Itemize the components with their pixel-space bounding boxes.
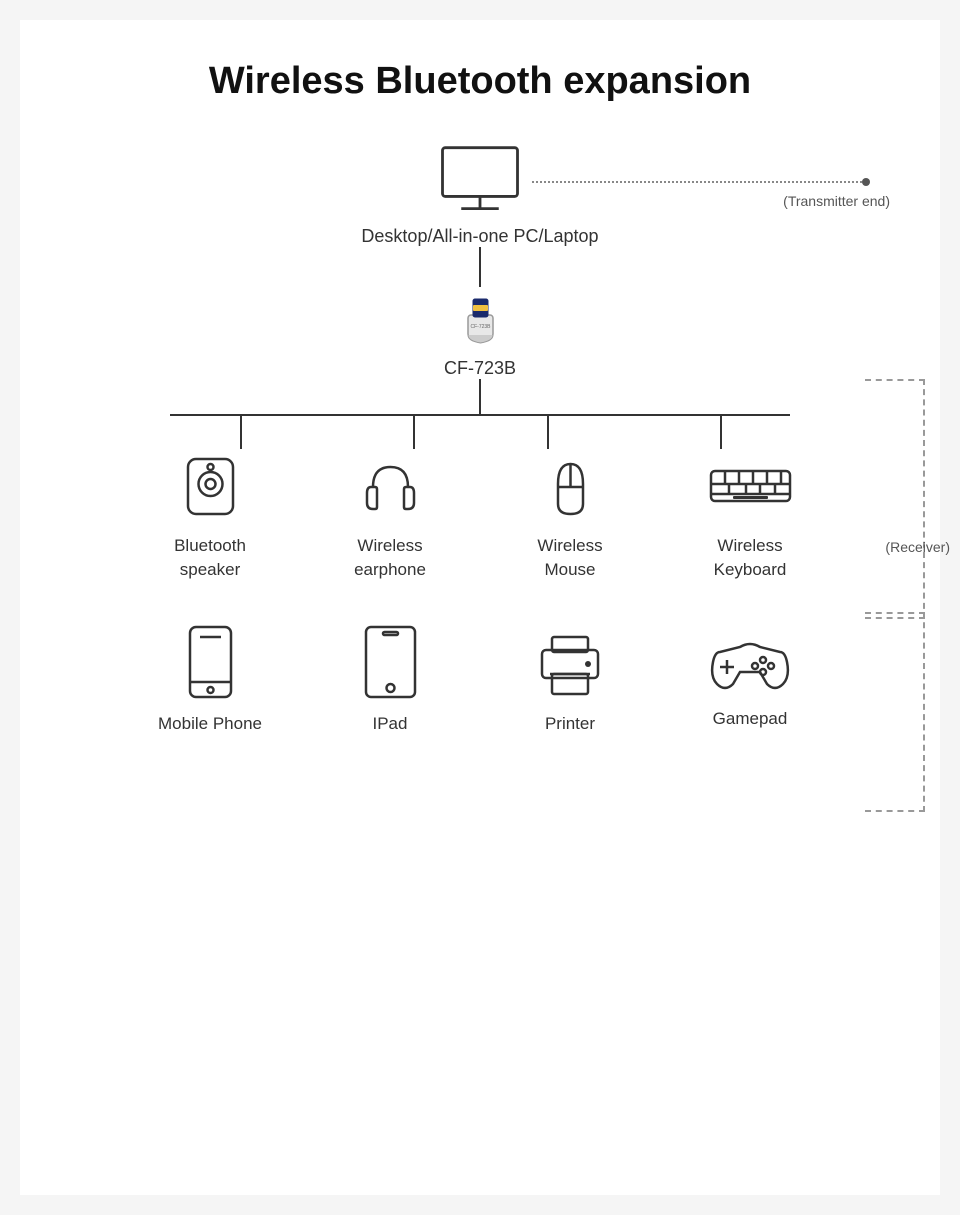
gamepad-icon	[705, 622, 795, 697]
usb-section: CF-723B CF-723B	[444, 287, 516, 379]
pc-icon	[430, 143, 530, 218]
phone-label: Mobile Phone	[158, 712, 262, 736]
receiver-bracket-bottom	[865, 612, 925, 812]
usb-icon: CF-723B	[448, 287, 513, 352]
item-printer: Printer	[490, 622, 650, 736]
phone-icon	[178, 622, 243, 702]
item-wireless-mouse: Wireless Mouse	[490, 449, 650, 582]
tablet-icon	[358, 622, 423, 702]
earphone-icon	[353, 449, 428, 524]
earphone-label: Wireless earphone	[354, 534, 426, 582]
transmitter-label: (Transmitter end)	[783, 193, 890, 209]
gamepad-label: Gamepad	[713, 707, 788, 731]
printer-label: Printer	[545, 712, 595, 736]
item-ipad: IPad	[310, 622, 470, 736]
transmitter-line	[532, 178, 870, 186]
pc-block: Desktop/All-in-one PC/Laptop	[361, 143, 598, 247]
pc-label: Desktop/All-in-one PC/Laptop	[361, 226, 598, 247]
printer-icon	[530, 622, 610, 702]
keyboard-icon	[703, 449, 798, 524]
diagram: Desktop/All-in-one PC/Laptop (Transmitte…	[50, 143, 910, 735]
pc-section: Desktop/All-in-one PC/Laptop (Transmitte…	[50, 143, 910, 247]
item-wireless-keyboard: Wireless Keyboard	[670, 449, 830, 582]
item-wireless-earphone: Wireless earphone	[310, 449, 470, 582]
receiver-label-1: (Receiver)	[885, 539, 950, 555]
speaker-label: Bluetooth speaker	[174, 534, 246, 582]
page: Wireless Bluetooth expansion Desktop/All…	[20, 20, 940, 1195]
items-row-1: Bluetooth speaker Wireless earphone	[120, 449, 840, 582]
svg-text:CF-723B: CF-723B	[470, 324, 491, 330]
items-row-2: Mobile Phone IPad	[120, 622, 840, 736]
v-line-2	[479, 379, 481, 414]
keyboard-label: Wireless Keyboard	[714, 534, 787, 582]
item-gamepad: Gamepad	[670, 622, 830, 736]
item-mobile-phone: Mobile Phone	[130, 622, 290, 736]
mouse-icon	[533, 449, 608, 524]
usb-label: CF-723B	[444, 358, 516, 379]
v-line-1	[479, 247, 481, 287]
mouse-label: Wireless Mouse	[537, 534, 602, 582]
page-title: Wireless Bluetooth expansion	[50, 60, 910, 103]
receiver-bracket-top	[865, 379, 925, 619]
item-bluetooth-speaker: Bluetooth speaker	[130, 449, 290, 582]
tablet-label: IPad	[373, 712, 408, 736]
speaker-icon	[173, 449, 248, 524]
branch-h-line	[170, 414, 790, 416]
